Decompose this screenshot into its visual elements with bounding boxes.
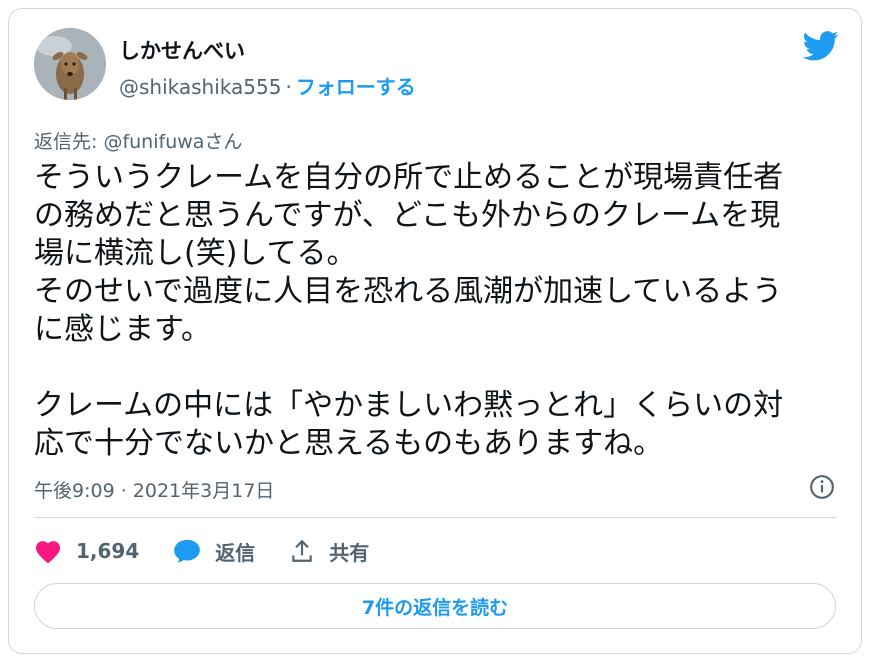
tweet-timestamp[interactable]: 午後9:09 · 2021年3月17日 [34,476,274,503]
like-button[interactable]: 1,694 [34,538,139,564]
reply-label: 返信 [215,540,256,565]
reply-button[interactable]: 返信 [173,537,255,566]
read-replies-button[interactable]: 7件の返信を読む [34,583,836,629]
info-icon[interactable] [809,474,835,500]
share-upload-icon [292,539,313,562]
user-handle[interactable]: @shikashika555 [119,75,281,99]
reply-to-suffix: さん [204,131,243,153]
share-label: 共有 [329,540,370,565]
avatar[interactable] [34,28,106,100]
like-count: 1,694 [76,539,140,563]
divider [34,517,836,518]
tweet-text: そういうクレームを自分の所で止めることが現場責任者 の務めだと思うんですが、どこ… [34,160,784,461]
handle-separator: · [285,75,292,99]
reply-to-line: 返信先: @funifuwaさん [34,127,242,154]
reply-mention-link[interactable]: @funifuwa [103,131,204,153]
follow-button[interactable]: フォローする [296,75,416,99]
twitter-bird-icon[interactable] [803,31,839,61]
user-display-name[interactable]: しかせんべい [119,35,245,65]
share-button[interactable]: 共有 [289,537,369,566]
reply-bubble-icon [174,539,201,564]
deer-avatar-image [34,28,106,100]
reply-to-prefix: 返信先: [34,131,104,153]
action-bar: 1,694 返信 共有 [34,533,403,569]
heart-icon [35,541,61,564]
tweet-card: しかせんべい @shikashika555 · フォローする 返信先: @funif… [8,8,862,654]
user-handle-row: @shikashika555 · フォローする [119,71,416,100]
